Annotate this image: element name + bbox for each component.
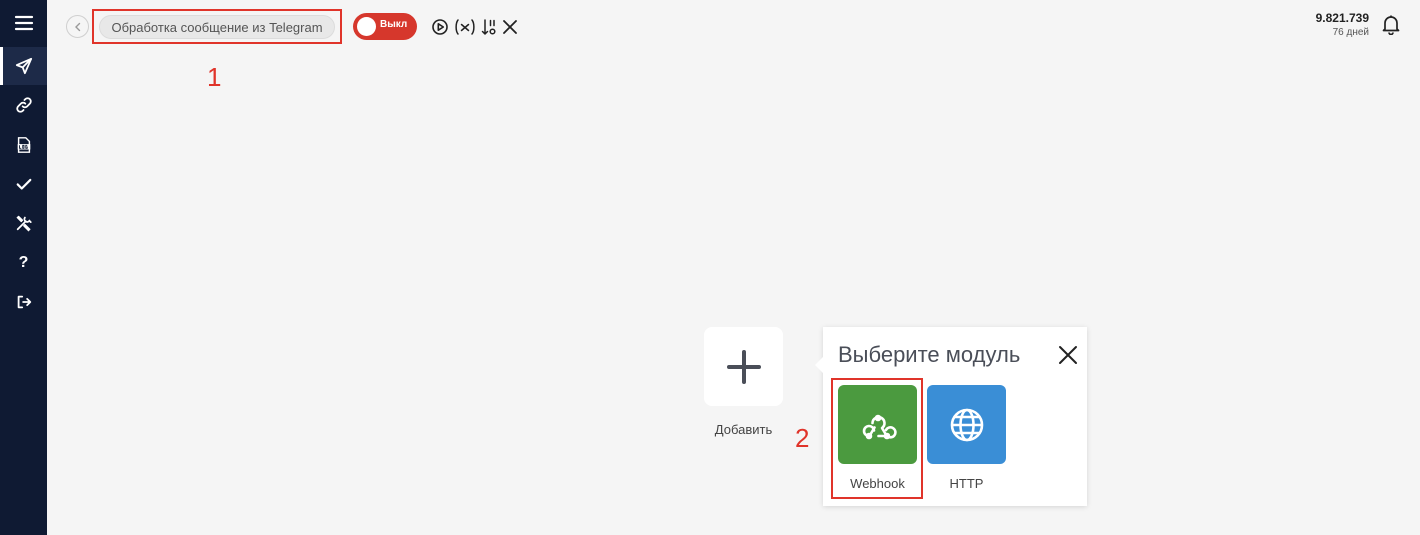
send-icon (15, 57, 32, 75)
toggle-knob (357, 17, 376, 36)
module-picker-close-button[interactable] (1057, 344, 1079, 366)
sidebar-item-tasks[interactable] (0, 165, 47, 203)
close-icon (1059, 346, 1077, 364)
close-scenario-button[interactable] (501, 16, 519, 38)
toggle-label: Выкл (380, 19, 408, 30)
check-icon (16, 178, 31, 190)
sort-icon (481, 19, 496, 35)
bell-icon (1382, 15, 1400, 36)
scenario-active-toggle[interactable]: Выкл (353, 13, 417, 40)
close-icon (503, 20, 517, 34)
play-circle-icon (432, 19, 448, 35)
question-icon: ? (18, 254, 29, 271)
annotation-marker-1: 1 (207, 62, 222, 92)
annotation-marker-2: 2 (795, 423, 810, 453)
tools-icon (15, 215, 32, 232)
chevron-left-icon (74, 22, 80, 31)
hamburger-icon (14, 15, 33, 31)
sidebar-item-tools[interactable] (0, 204, 47, 242)
sidebar-menu-button[interactable] (0, 4, 47, 42)
globe-icon (950, 408, 983, 441)
module-picker-title: Выберите модуль (838, 342, 1021, 367)
add-module-button[interactable] (704, 327, 783, 406)
webhook-icon (862, 414, 897, 439)
variables-icon (455, 19, 475, 35)
plus-icon (726, 349, 761, 384)
run-once-button[interactable] (431, 16, 449, 38)
annotation-highlight-title (92, 9, 342, 44)
module-webhook-tile[interactable] (838, 385, 917, 464)
variables-button[interactable] (453, 16, 477, 38)
balance-amount: 9.821.739 (1315, 11, 1369, 25)
sort-button[interactable] (480, 16, 498, 38)
module-picker-popover: Выберите модуль Webhook HTTP (815, 327, 1087, 506)
link-icon (15, 97, 32, 113)
sidebar: ? (0, 0, 47, 535)
back-button[interactable] (66, 15, 89, 38)
module-webhook-label: Webhook (850, 476, 905, 491)
notifications-button[interactable] (1380, 13, 1402, 36)
module-http-tile[interactable] (927, 385, 1006, 464)
sidebar-item-logs[interactable] (0, 126, 47, 164)
sidebar-item-help[interactable]: ? (0, 244, 47, 282)
sidebar-item-scenarios[interactable] (0, 47, 47, 85)
balance-days-left: 76 дней (1332, 27, 1369, 38)
logout-icon (17, 295, 31, 309)
add-module-label: Добавить (714, 422, 773, 437)
balance-indicator[interactable]: 9.821.739 76 дней (1316, 11, 1369, 38)
log-icon (17, 137, 30, 153)
sidebar-item-logout[interactable] (0, 283, 47, 321)
module-http-label: HTTP (949, 476, 984, 491)
scenario-title-input[interactable] (99, 15, 335, 39)
sidebar-item-connections[interactable] (0, 86, 47, 124)
